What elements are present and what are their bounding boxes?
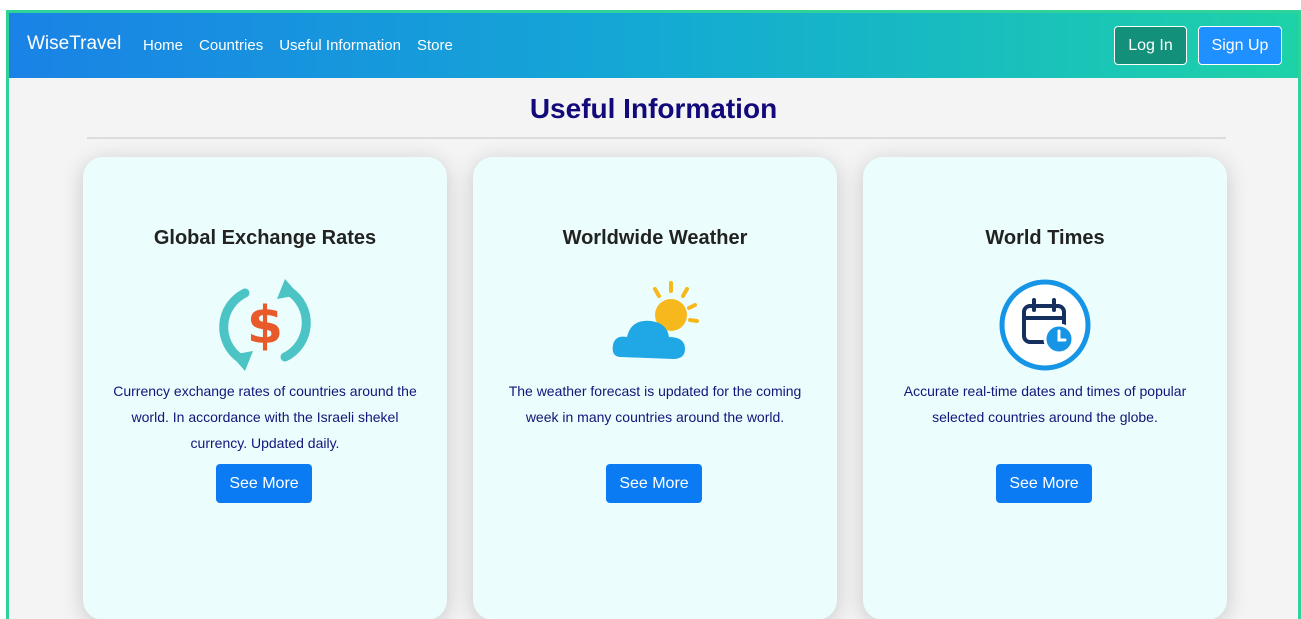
card-exchange-rates: Global Exchange Rates $ Currency exchang…	[83, 157, 447, 619]
brand-logo[interactable]: WiseTravel	[27, 33, 121, 55]
card-description: Accurate real-time dates and times of po…	[903, 383, 1187, 425]
weather-icon	[600, 275, 710, 375]
card-title: Worldwide Weather	[562, 227, 748, 249]
see-more-button[interactable]: See More	[606, 464, 702, 503]
svg-text:$: $	[247, 296, 283, 356]
navbar: WiseTravel Home Countries Useful Informa…	[9, 13, 1298, 78]
currency-exchange-icon: $	[210, 275, 320, 375]
login-button[interactable]: Log In	[1114, 26, 1187, 65]
signup-button[interactable]: Sign Up	[1198, 26, 1282, 65]
nav-link-useful-information[interactable]: Useful Information	[279, 37, 401, 54]
card-title: World Times	[985, 227, 1105, 249]
title-divider	[87, 137, 1226, 139]
card-world-times: World Times Accurate real-time dates and…	[863, 157, 1227, 619]
card-title: Global Exchange Rates	[153, 227, 377, 249]
card-description: Currency exchange rates of countries aro…	[113, 383, 417, 451]
app-frame: WiseTravel Home Countries Useful Informa…	[6, 10, 1301, 619]
see-more-button[interactable]: See More	[216, 464, 312, 503]
calendar-clock-icon	[990, 275, 1100, 375]
see-more-button[interactable]: See More	[996, 464, 1092, 503]
card-description: The weather forecast is updated for the …	[508, 383, 802, 425]
nav-link-countries[interactable]: Countries	[199, 37, 263, 54]
nav-links: Home Countries Useful Information Store	[143, 37, 469, 54]
card-weather: Worldwide Weather The weather forecast i…	[473, 157, 837, 619]
nav-link-home[interactable]: Home	[143, 37, 183, 54]
nav-link-store[interactable]: Store	[417, 37, 453, 54]
page-title: Useful Information	[529, 93, 778, 124]
